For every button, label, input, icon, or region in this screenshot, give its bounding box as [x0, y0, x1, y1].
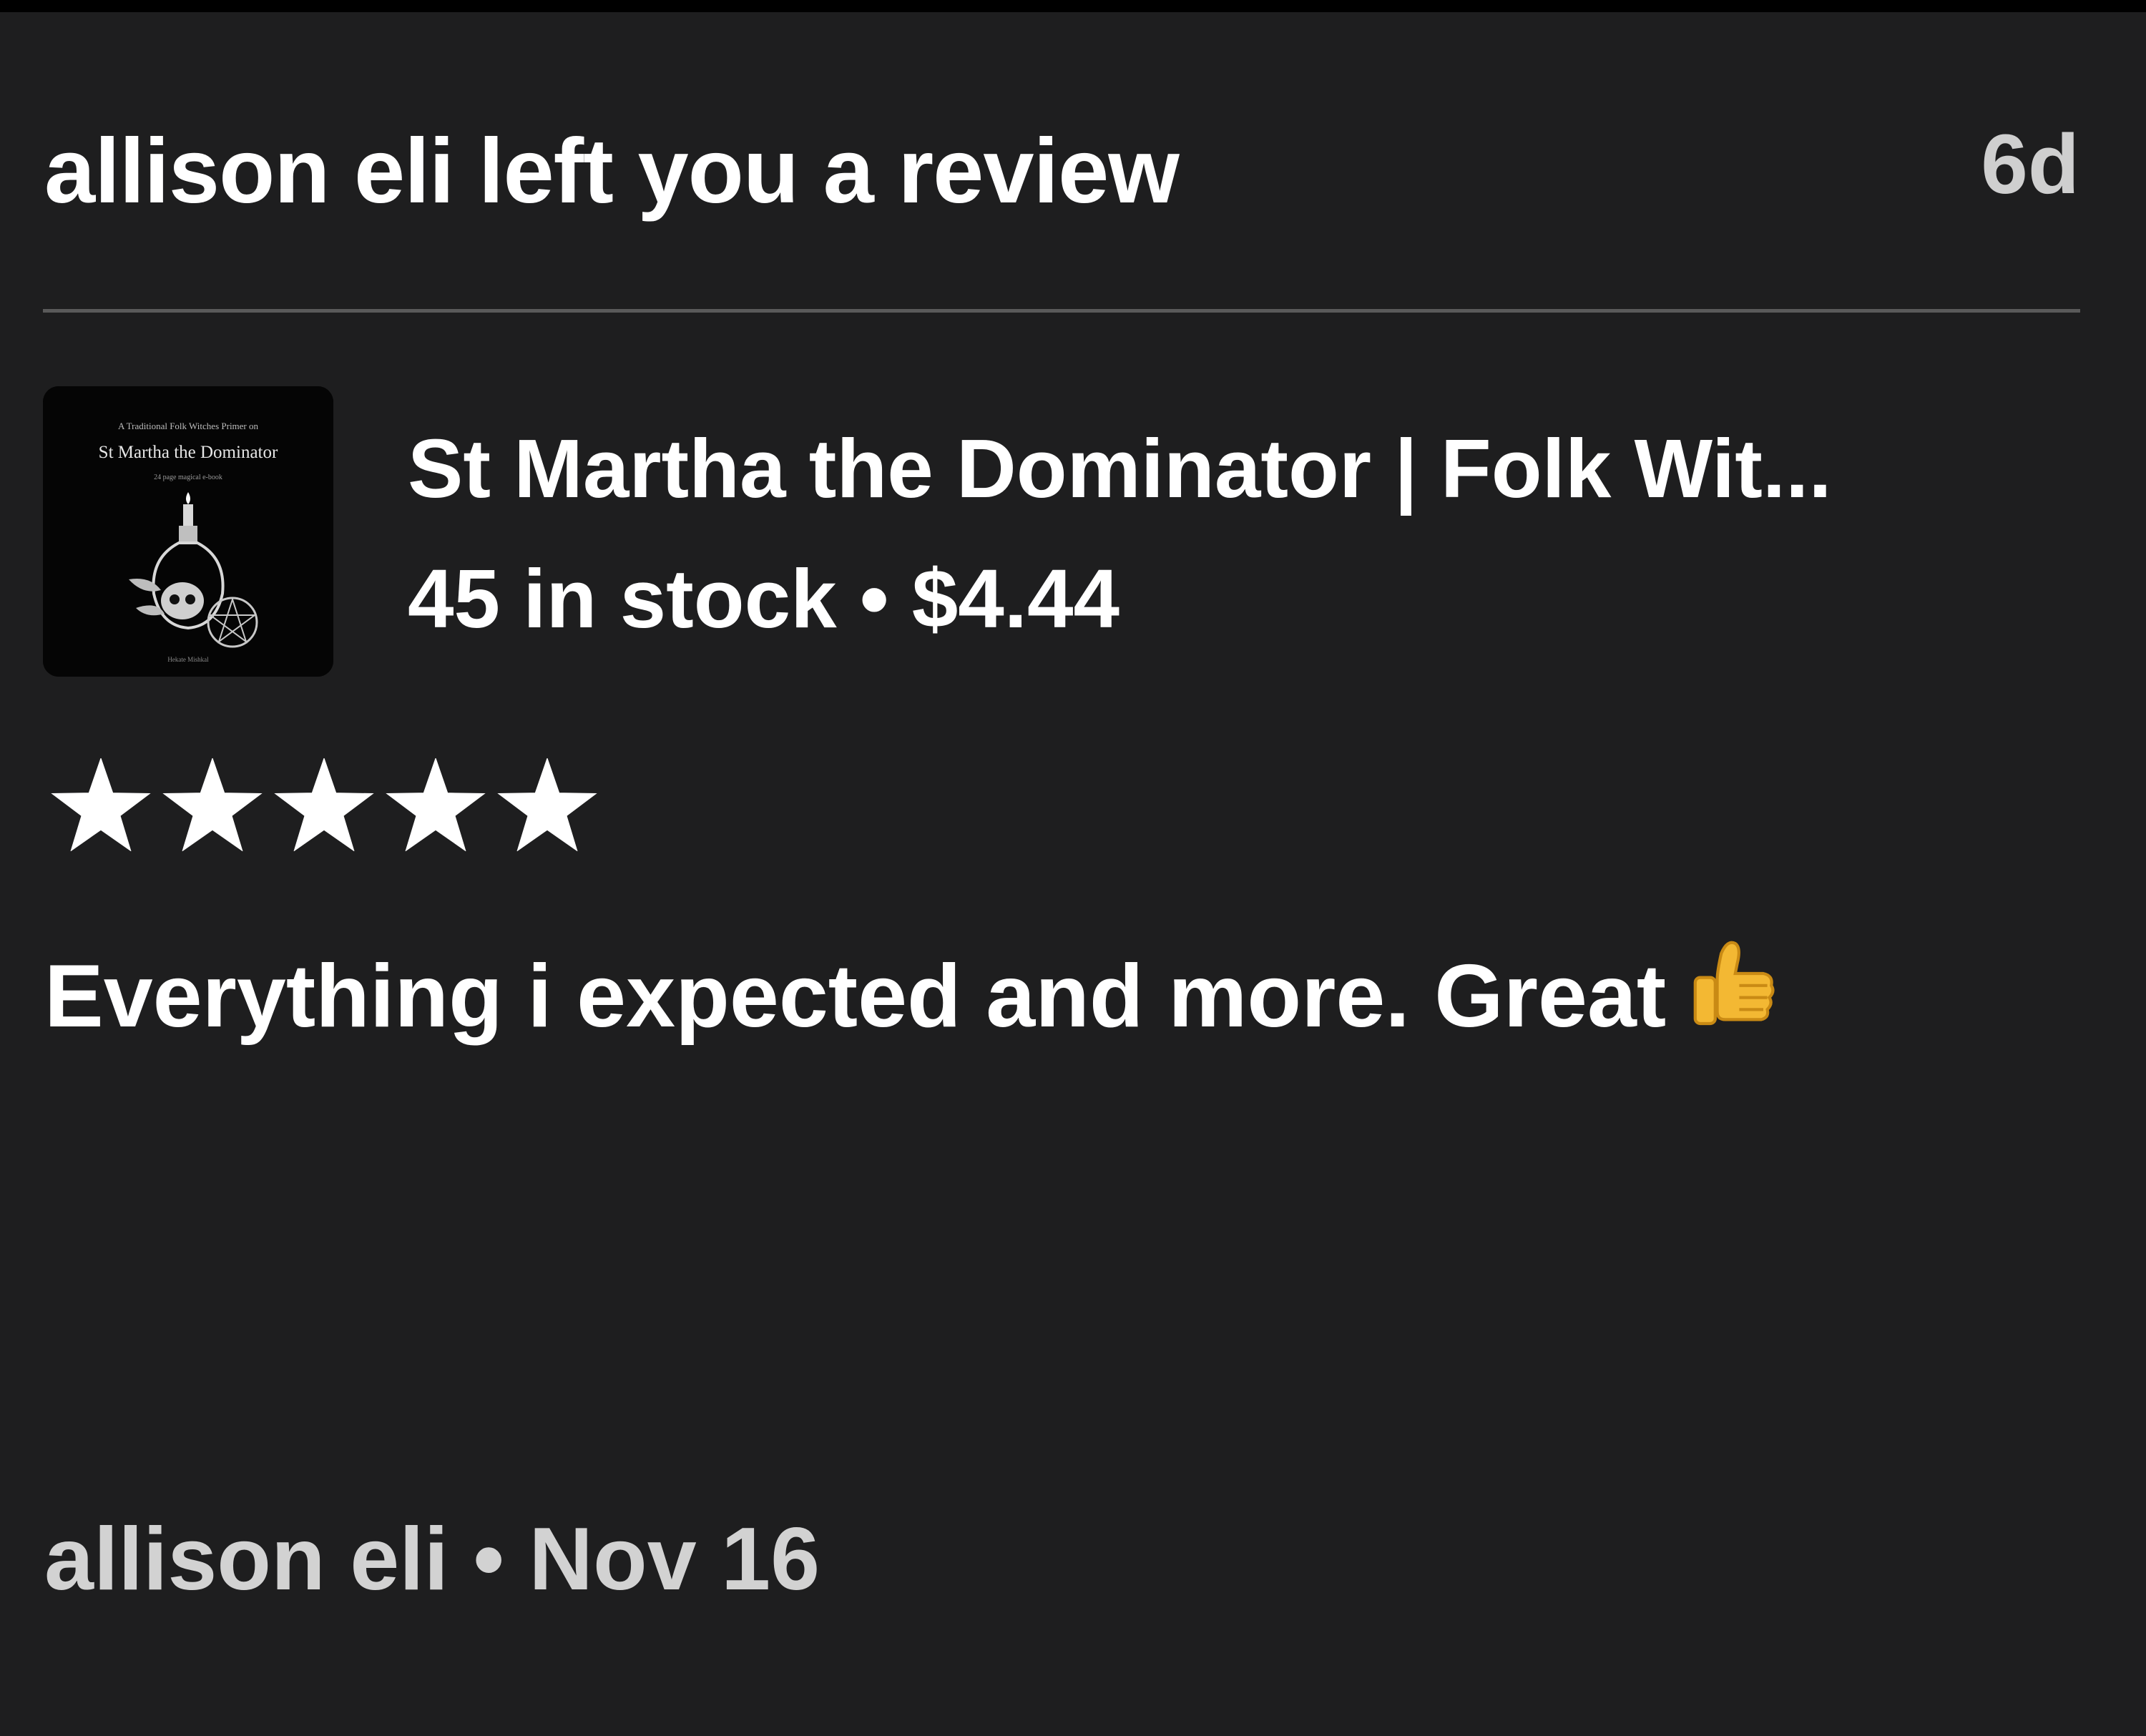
meta-separator: •	[859, 552, 889, 645]
star-icon	[497, 758, 597, 851]
star-rating	[47, 758, 601, 851]
notification-age: 6d	[1981, 117, 2079, 212]
star-icon	[274, 758, 374, 851]
top-edge-strip	[0, 0, 2146, 12]
review-date: Nov 16	[529, 1510, 820, 1609]
listing-thumbnail[interactable]: A Traditional Folk Witches Primer on St …	[43, 386, 333, 677]
notification-title[interactable]: allison eli left you a review	[44, 100, 1180, 243]
cover-title: St Martha the Dominator	[99, 443, 278, 462]
review-footer: allison eli • Nov 16	[44, 1502, 820, 1617]
divider	[43, 309, 2080, 313]
star-icon	[386, 758, 486, 851]
listing-stock: 45 in stock	[408, 552, 837, 645]
listing-meta: 45 in stock • $4.44	[408, 545, 1119, 652]
review-text: Everything i expected and more. Great	[44, 947, 1667, 1046]
listing-title[interactable]: St Martha the Dominator | Folk Wit...	[408, 415, 2082, 522]
cover-bottom-line: Hekate Mishkal	[167, 656, 209, 663]
cover-top-line: A Traditional Folk Witches Primer on	[118, 421, 259, 431]
review-author[interactable]: allison eli	[44, 1510, 449, 1609]
review-text-line: Everything i expected and more. Great	[44, 933, 1783, 1054]
star-icon	[51, 758, 151, 851]
star-icon	[162, 758, 263, 851]
footer-separator: •	[473, 1510, 504, 1609]
notification-header: allison eli left you a review 6d	[44, 100, 2079, 243]
listing-price: $4.44	[911, 552, 1119, 645]
cover-sub-line: 24 page magical e-book	[154, 474, 222, 481]
thumbs-up-icon	[1693, 941, 1775, 1026]
book-cover-image: A Traditional Folk Witches Primer on St …	[43, 386, 333, 677]
